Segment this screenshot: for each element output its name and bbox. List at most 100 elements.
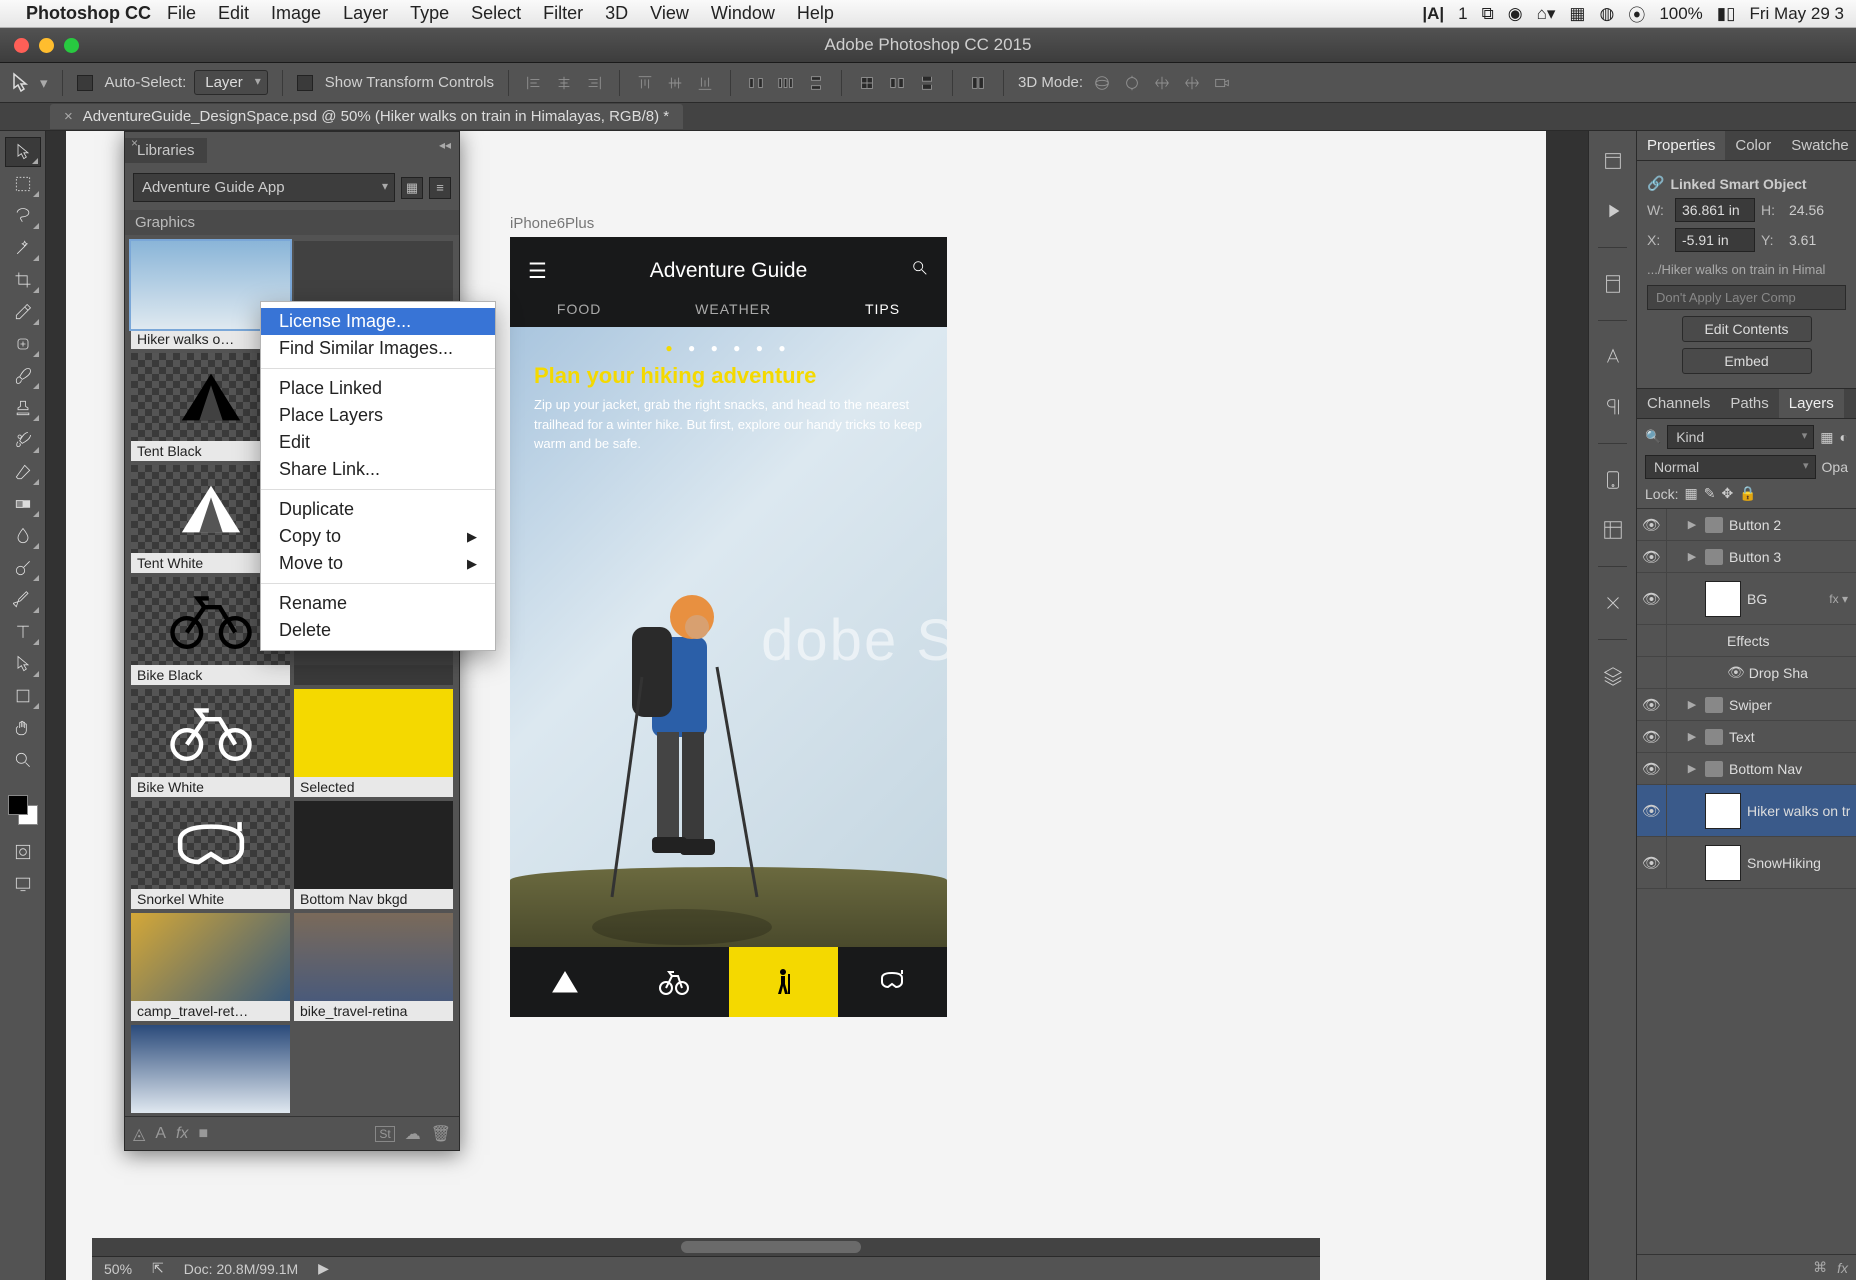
artboard-label[interactable]: iPhone6Plus — [510, 215, 594, 232]
history-icon[interactable] — [1599, 147, 1627, 175]
auto-align-icon[interactable] — [967, 72, 989, 94]
eyedropper-tool[interactable] — [5, 297, 41, 327]
menu-file[interactable]: File — [167, 3, 196, 24]
filter-adj-icon[interactable]: ◐ — [1840, 429, 1848, 445]
context-menu-item[interactable]: Place Linked — [261, 375, 495, 402]
layers-list[interactable]: 👁▶Button 2👁▶Button 3👁BGfx ▾Effects👁Drop … — [1637, 509, 1856, 1254]
tab-swatches[interactable]: Swatche — [1781, 131, 1856, 160]
slide-icon[interactable] — [1181, 72, 1203, 94]
crop-tool[interactable] — [5, 265, 41, 295]
screenmode-tool[interactable] — [5, 869, 41, 899]
brush-tool[interactable] — [5, 361, 41, 391]
layer-row[interactable]: 👁▶Button 3 — [1637, 541, 1856, 573]
library-item[interactable] — [131, 1025, 290, 1113]
tab-paths[interactable]: Paths — [1720, 389, 1778, 418]
context-menu[interactable]: License Image...Find Similar Images... Pl… — [260, 301, 496, 651]
document-tab[interactable]: × AdventureGuide_DesignSpace.psd @ 50% (… — [50, 104, 683, 129]
tab-channels[interactable]: Channels — [1637, 389, 1720, 418]
stamp-tool[interactable] — [5, 393, 41, 423]
lock-paint-icon[interactable]: ✎ — [1704, 485, 1716, 502]
auto-select-dropdown[interactable]: Layer — [194, 70, 268, 95]
filter-kind-dropdown[interactable]: Kind — [1667, 425, 1814, 449]
menu-3d[interactable]: 3D — [605, 3, 628, 24]
clock[interactable]: Fri May 29 3 — [1750, 4, 1844, 24]
type-tool[interactable] — [5, 617, 41, 647]
align-hcenter-icon[interactable] — [553, 72, 575, 94]
gradient-tool[interactable] — [5, 489, 41, 519]
grid-view-icon[interactable]: ▦ — [401, 177, 423, 199]
preview-icon[interactable] — [1599, 516, 1627, 544]
fx-layers-icon[interactable]: fx — [1837, 1260, 1848, 1276]
zoom-icon[interactable] — [64, 38, 79, 53]
prop-w-input[interactable] — [1675, 198, 1755, 222]
home-icon[interactable]: ⌂▾ — [1537, 4, 1556, 24]
filter-pixel-icon[interactable]: ▦ — [1820, 429, 1833, 446]
library-item[interactable]: Bike White — [131, 689, 290, 797]
blur-tool[interactable] — [5, 521, 41, 551]
visibility-icon[interactable]: 👁 — [1637, 753, 1667, 784]
align-vcenter-icon[interactable] — [664, 72, 686, 94]
library-item[interactable]: Snorkel White — [131, 801, 290, 909]
zoom-level[interactable]: 50% — [104, 1261, 132, 1277]
canvas-area[interactable]: iPhone6Plus ☰ Adventure Guide FOOD WEATH… — [46, 131, 1588, 1280]
link-layers-icon[interactable]: ⌘ — [1813, 1259, 1827, 1276]
notif-badge[interactable]: 1 — [1458, 4, 1467, 24]
library-item[interactable]: Bottom Nav bkgd — [294, 801, 453, 909]
para-icon[interactable] — [1599, 393, 1627, 421]
layer-row[interactable]: 👁SnowHiking — [1637, 837, 1856, 889]
context-menu-item[interactable]: Copy to▶ — [261, 523, 495, 550]
context-menu-item[interactable]: Find Similar Images... — [261, 335, 495, 362]
pan-icon[interactable] — [1151, 72, 1173, 94]
device-icon[interactable] — [1599, 466, 1627, 494]
visibility-icon[interactable]: 👁 — [1637, 785, 1667, 836]
align-bottom-icon[interactable] — [694, 72, 716, 94]
zoom-tool[interactable] — [5, 745, 41, 775]
dist-6-icon[interactable] — [916, 72, 938, 94]
lasso-tool[interactable] — [5, 201, 41, 231]
menu-filter[interactable]: Filter — [543, 3, 583, 24]
list-view-icon[interactable]: ≡ — [429, 177, 451, 199]
tools-icon[interactable] — [1599, 589, 1627, 617]
menu-edit[interactable]: Edit — [218, 3, 249, 24]
visibility-icon[interactable]: 👁 — [1637, 509, 1667, 540]
history-brush-tool[interactable] — [5, 425, 41, 455]
menu-select[interactable]: Select — [471, 3, 521, 24]
move-tool[interactable] — [5, 137, 41, 167]
tab-layers[interactable]: Layers — [1779, 389, 1844, 418]
layer-comp-dropdown[interactable]: Don't Apply Layer Comp — [1647, 285, 1846, 310]
layer-row[interactable]: 👁Hiker walks on tr — [1637, 785, 1856, 837]
context-menu-item[interactable]: Delete — [261, 617, 495, 644]
visibility-icon[interactable] — [1637, 657, 1667, 688]
h-scrollbar[interactable] — [92, 1238, 1320, 1256]
visibility-icon[interactable]: 👁 — [1637, 837, 1667, 888]
stock-icon[interactable]: St — [375, 1126, 394, 1142]
layer-row[interactable]: 👁▶Text — [1637, 721, 1856, 753]
layer-row[interactable]: 👁▶Button 2 — [1637, 509, 1856, 541]
dist-4-icon[interactable] — [856, 72, 878, 94]
library-item[interactable]: camp_travel-ret… — [131, 913, 290, 1021]
h-scroll-thumb[interactable] — [681, 1241, 861, 1253]
trash-icon[interactable]: 🗑 — [431, 1124, 451, 1144]
marquee-tool[interactable] — [5, 169, 41, 199]
heal-tool[interactable] — [5, 329, 41, 359]
actions-icon[interactable] — [1599, 197, 1627, 225]
menu-layer[interactable]: Layer — [343, 3, 388, 24]
layer-row[interactable]: 👁Drop Sha — [1637, 657, 1856, 689]
lock-pos-icon[interactable]: ✥ — [1721, 485, 1733, 502]
app-name[interactable]: Photoshop CC — [26, 3, 151, 24]
align-top-icon[interactable] — [634, 72, 656, 94]
orbit-icon[interactable] — [1091, 72, 1113, 94]
auto-select-checkbox[interactable] — [77, 75, 93, 91]
dist-1-icon[interactable] — [745, 72, 767, 94]
menu-type[interactable]: Type — [410, 3, 449, 24]
battery-icon[interactable]: ▮▯ — [1717, 4, 1736, 24]
close-icon[interactable] — [14, 38, 29, 53]
dist-3-icon[interactable] — [805, 72, 827, 94]
battery-percent[interactable]: 100% — [1659, 4, 1702, 24]
blend-mode-dropdown[interactable]: Normal — [1645, 455, 1816, 479]
traffic-lights[interactable] — [0, 38, 79, 53]
context-menu-item[interactable]: License Image... — [261, 308, 495, 335]
layers-icon[interactable] — [1599, 662, 1627, 690]
library-item[interactable]: Selected — [294, 689, 453, 797]
tab-properties[interactable]: Properties — [1637, 131, 1725, 160]
